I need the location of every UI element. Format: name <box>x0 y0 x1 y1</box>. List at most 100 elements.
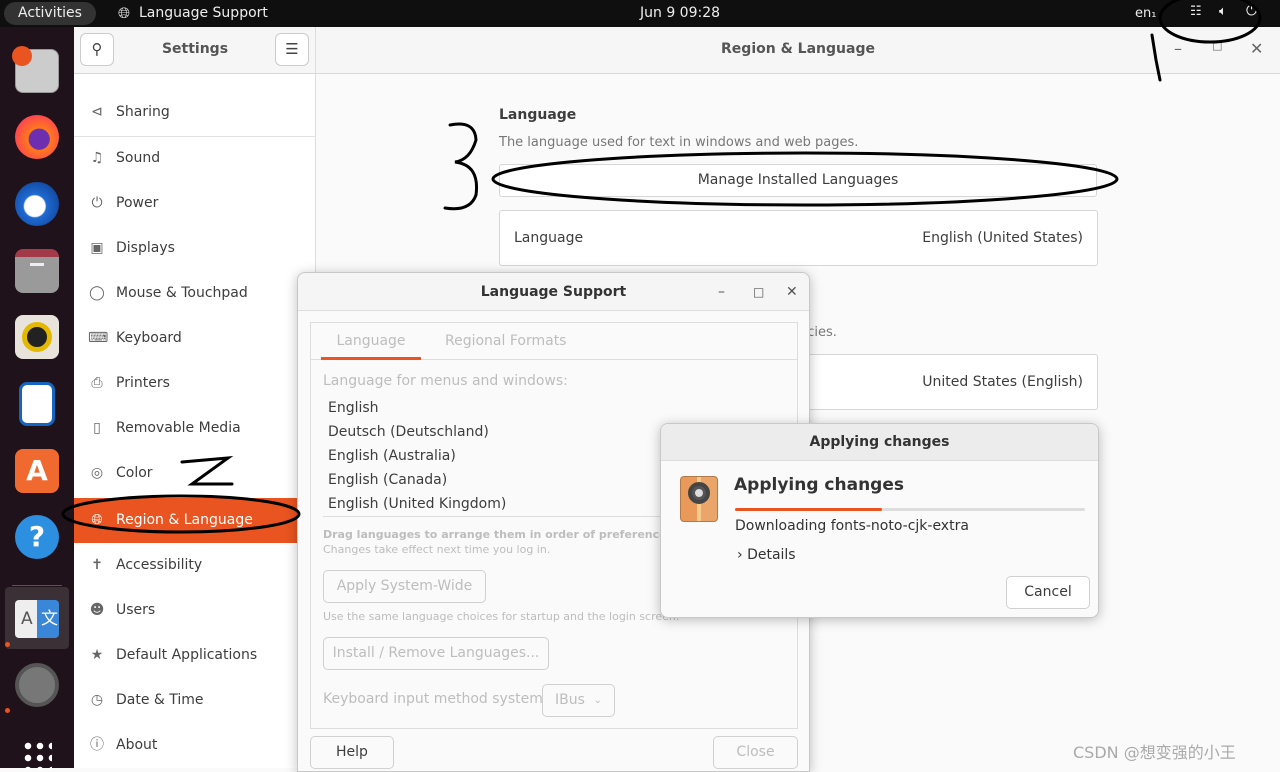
maximize-button[interactable]: □ <box>753 273 764 311</box>
progress-fill <box>735 508 882 511</box>
help-button[interactable]: Help <box>310 736 394 769</box>
star-icon: ★ <box>90 647 104 663</box>
sidebar-item-label: Printers <box>116 375 170 391</box>
window-title: Language Support <box>480 284 627 300</box>
sidebar-item-label: Mouse & Touchpad <box>116 285 248 301</box>
language-list-item[interactable]: English (Australia) <box>328 444 456 468</box>
tab-regional-formats[interactable]: Regional Formats <box>445 323 566 360</box>
share-icon: ⊲ <box>91 104 103 120</box>
language-row[interactable]: Language English (United States) <box>499 210 1098 266</box>
sidebar-item-about[interactable]: ⓘ About <box>74 723 316 768</box>
minimize-button[interactable]: – <box>718 273 725 311</box>
sidebar-item-users[interactable]: ☻ Users <box>74 588 316 633</box>
package-icon <box>680 476 718 522</box>
language-list-item[interactable]: English (United Kingdom) <box>328 492 506 516</box>
help-icon[interactable]: ? <box>15 515 59 559</box>
music-note-icon: ♫ <box>90 150 104 166</box>
dock: A ? A文 <box>0 27 74 770</box>
users-icon: ☻ <box>89 602 105 618</box>
input-language-indicator[interactable]: en₁ <box>1135 6 1156 21</box>
drag-hint: Drag languages to arrange them in order … <box>323 528 671 541</box>
sidebar-item-date-time[interactable]: ◷ Date & Time <box>74 678 316 723</box>
sidebar-item-keyboard[interactable]: ⌨ Keyboard <box>74 316 316 361</box>
details-expander[interactable]: › Details <box>737 547 796 563</box>
mouse-icon: ◯ <box>89 285 105 301</box>
main-header: Region & Language – □ ✕ <box>316 27 1280 74</box>
input-method-select[interactable]: IBus ⌄ <box>542 684 615 717</box>
network-icon[interactable]: ☷ <box>1190 4 1202 19</box>
sidebar-item-label: Power <box>116 195 159 211</box>
sidebar-item-label: Users <box>116 602 156 618</box>
minimize-button[interactable]: – <box>1174 39 1182 58</box>
sidebar-header: ⚲ Settings ☰ <box>74 27 315 74</box>
language-support-dock-item[interactable]: A文 <box>5 587 69 649</box>
close-dialog-button[interactable]: Close <box>713 736 798 769</box>
tab-language[interactable]: Language <box>321 323 421 360</box>
maximize-button[interactable]: □ <box>1212 39 1222 52</box>
rhythmbox-icon[interactable] <box>15 315 59 359</box>
files-icon[interactable] <box>15 249 59 293</box>
app-center-icon[interactable]: A <box>15 449 59 493</box>
sidebar-item-displays[interactable]: ▣ Displays <box>74 226 316 271</box>
language-list-item[interactable]: Deutsch (Deutschland) <box>328 420 489 444</box>
firefox-icon[interactable] <box>15 115 59 159</box>
close-button[interactable]: ✕ <box>786 273 798 311</box>
language-list-item[interactable]: English (Canada) <box>328 468 447 492</box>
apply-system-wide-button[interactable]: Apply System-Wide <box>323 570 486 603</box>
keyboard-icon: ⌨ <box>88 330 109 346</box>
sidebar-item-default-applications[interactable]: ★ Default Applications <box>74 633 316 678</box>
sidebar-item-label: Color <box>116 465 153 481</box>
dialog-titlebar[interactable]: Applying changes <box>661 424 1098 461</box>
globe-icon: 🌐︎ <box>118 4 131 22</box>
menu-button[interactable]: ☰ <box>275 33 309 66</box>
drag-subhint: Changes take effect next time you log in… <box>323 543 551 556</box>
cancel-button[interactable]: Cancel <box>1006 576 1090 609</box>
language-list-label: Language for menus and windows: <box>323 373 568 389</box>
sidebar-item-label: About <box>116 737 158 753</box>
progress-status: Downloading fonts-noto-cjk-extra <box>735 518 969 534</box>
chevron-down-icon: ⌄ <box>593 695 602 706</box>
sidebar-item-sharing[interactable]: ⊲ Sharing <box>74 90 316 135</box>
progress-bar <box>735 508 1085 511</box>
manage-installed-languages-button[interactable]: Manage Installed Languages <box>499 164 1097 197</box>
power-icon: ⏻ <box>91 195 103 211</box>
install-remove-languages-button[interactable]: Install / Remove Languages... <box>323 637 549 670</box>
apply-hint: Use the same language choices for startu… <box>323 610 680 623</box>
sidebar-item-sound[interactable]: ♫ Sound <box>74 136 316 181</box>
thunderbird-icon[interactable] <box>15 182 59 226</box>
sidebar-item-label: Sound <box>116 150 161 166</box>
language-support-titlebar[interactable]: Language Support – □ ✕ <box>298 273 809 311</box>
sidebar-item-label: Keyboard <box>116 330 182 346</box>
usb-icon: ▯ <box>93 420 101 436</box>
globe-icon: 🌐︎ <box>91 512 103 528</box>
sidebar-item-label: Removable Media <box>116 420 241 436</box>
language-row-value: English (United States) <box>922 230 1083 246</box>
sidebar-item-mouse-touchpad[interactable]: ◯ Mouse & Touchpad <box>74 271 316 316</box>
sidebar-item-accessibility[interactable]: ✝ Accessibility <box>74 543 316 588</box>
language-section-description: The language used for text in windows an… <box>499 135 859 150</box>
page-title: Region & Language <box>721 41 875 57</box>
sidebar-item-region-language[interactable]: 🌐︎ Region & Language <box>74 498 316 543</box>
close-button[interactable]: ✕ <box>1250 39 1263 58</box>
applying-changes-dialog: Applying changes Applying changes Downlo… <box>660 423 1099 618</box>
sidebar-item-removable-media[interactable]: ▯ Removable Media <box>74 406 316 451</box>
sidebar-item-power[interactable]: ⏻ Power <box>74 181 316 226</box>
language-list-item[interactable]: English <box>328 396 379 420</box>
settings-icon[interactable] <box>15 663 59 707</box>
libreoffice-writer-icon[interactable] <box>19 382 55 426</box>
clock[interactable]: Jun 9 09:28 <box>640 5 720 21</box>
formats-row-value: United States (English) <box>922 374 1083 390</box>
show-apps-icon[interactable] <box>22 740 52 770</box>
settings-sidebar: ⚲ Settings ☰ ⊲ Sharing ♫ Sound ⏻ Power ▣ Displa… <box>74 27 316 768</box>
sidebar-item-printers[interactable]: ⎙ Printers <box>74 361 316 406</box>
app-menu[interactable]: Language Support <box>139 5 268 21</box>
sidebar-item-color[interactable]: ◎ Color <box>74 451 316 496</box>
color-icon: ◎ <box>90 465 104 481</box>
sidebar-item-label: Accessibility <box>116 557 203 573</box>
activities-button[interactable]: Activities <box>4 2 96 25</box>
volume-icon[interactable]: 🔈︎ <box>1219 4 1227 19</box>
chevron-right-icon: › <box>737 547 743 563</box>
power-icon[interactable]: ⏻ <box>1246 3 1257 19</box>
disk-usage-icon[interactable] <box>12 46 59 93</box>
sidebar-item-label: Displays <box>116 240 175 256</box>
